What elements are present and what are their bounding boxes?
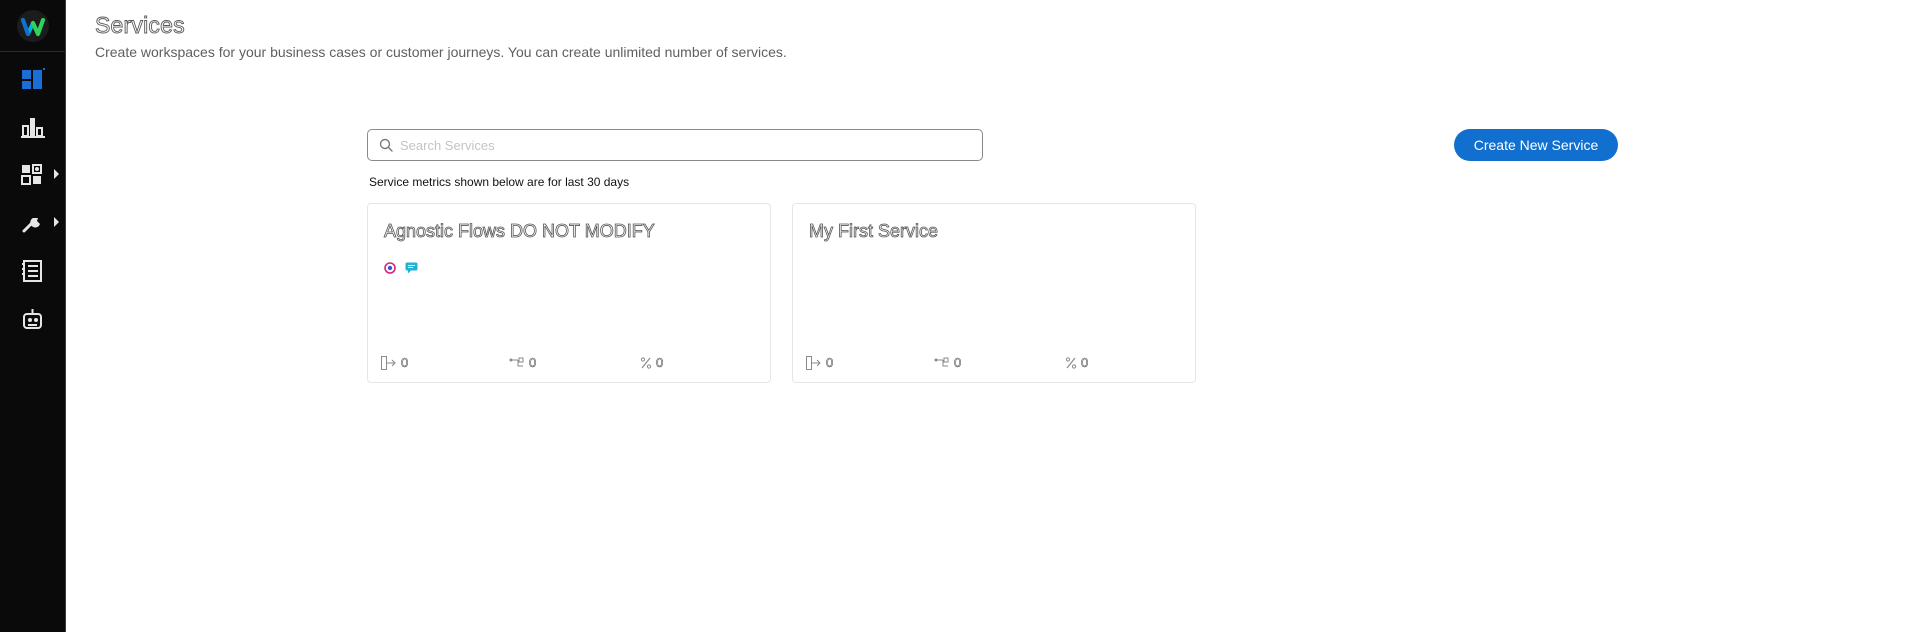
sidebar-item-tools[interactable] — [0, 202, 66, 242]
entries-stat: 0 — [806, 355, 834, 371]
flows-stat: 0 — [509, 355, 537, 371]
chat-channel-icon — [405, 261, 418, 279]
main-content: Services Create workspaces for your busi… — [67, 0, 1918, 632]
percent-value: 0 — [1081, 355, 1089, 371]
sidebar-item-dashboard[interactable] — [0, 58, 66, 98]
sidebar-item-analytics[interactable] — [0, 106, 66, 146]
flows-value: 0 — [529, 355, 537, 371]
sidebar-item-apps[interactable] — [0, 154, 66, 194]
percent-icon — [1065, 356, 1077, 370]
page-subtitle: Create workspaces for your business case… — [95, 44, 787, 60]
percent-stat: 0 — [1065, 355, 1089, 371]
metrics-note: Service metrics shown below are for last… — [369, 175, 630, 189]
flow-icon — [934, 356, 950, 370]
sidebar — [0, 0, 66, 632]
search-input[interactable] — [400, 137, 960, 153]
entry-icon — [806, 355, 822, 370]
flow-icon — [509, 356, 525, 370]
flow-list-icon — [21, 260, 45, 282]
search-box[interactable] — [367, 129, 983, 161]
percent-icon — [640, 356, 652, 370]
dashboard-icon — [21, 68, 45, 90]
sidebar-item-flows[interactable] — [0, 250, 66, 290]
submenu-caret-icon — [54, 169, 59, 179]
entry-icon — [381, 355, 397, 370]
webex-channel-icon — [384, 261, 396, 279]
service-card[interactable]: Agnostic Flows DO NOT MODIFY 0 0 0 — [367, 203, 771, 383]
sidebar-divider — [0, 51, 66, 52]
submenu-caret-icon — [54, 217, 59, 227]
webex-logo[interactable] — [16, 9, 50, 43]
service-channels — [384, 261, 418, 279]
entries-stat: 0 — [381, 355, 409, 371]
sidebar-item-bots[interactable] — [0, 298, 66, 338]
service-card-title: My First Service — [809, 221, 939, 242]
create-new-service-button[interactable]: Create New Service — [1454, 129, 1618, 161]
entries-value: 0 — [401, 355, 409, 371]
page-title: Services — [95, 12, 185, 39]
percent-stat: 0 — [640, 355, 664, 371]
service-card-title: Agnostic Flows DO NOT MODIFY — [384, 221, 656, 242]
service-card[interactable]: My First Service 0 0 0 — [792, 203, 1196, 383]
search-icon — [379, 138, 393, 152]
percent-value: 0 — [656, 355, 664, 371]
apps-icon — [21, 164, 45, 186]
bot-icon — [21, 308, 45, 330]
service-stats: 0 0 0 — [381, 355, 761, 373]
entries-value: 0 — [826, 355, 834, 371]
flows-value: 0 — [954, 355, 962, 371]
analytics-icon — [21, 116, 45, 138]
flows-stat: 0 — [934, 355, 962, 371]
service-stats: 0 0 0 — [806, 355, 1186, 373]
wrench-icon — [21, 212, 45, 234]
